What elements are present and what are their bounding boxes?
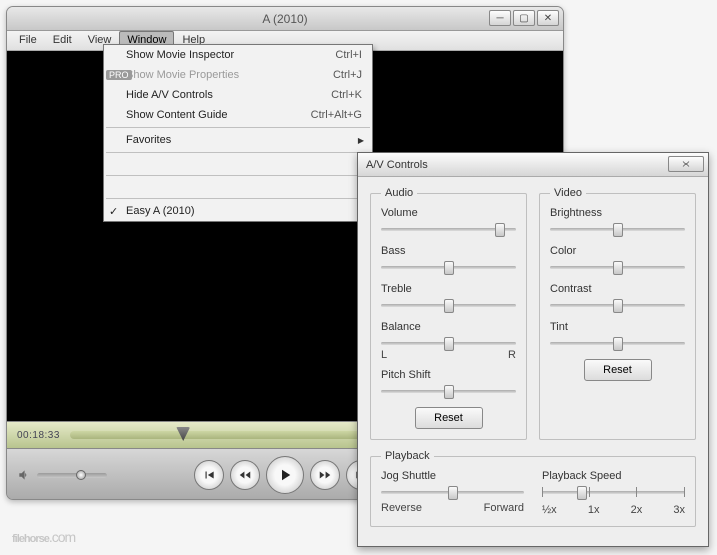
timeline-thumb[interactable] <box>176 427 190 441</box>
slider-knob[interactable] <box>495 223 505 237</box>
speed-label: Playback Speed <box>542 470 685 482</box>
audio-reset-button[interactable]: Reset <box>415 407 483 429</box>
speed-knob[interactable] <box>577 486 587 500</box>
watermark: filehorse.com <box>12 518 75 549</box>
timecode: 00:18:33 <box>17 430 60 441</box>
menu-item-label: Favorites <box>126 134 171 146</box>
rewind-button[interactable] <box>230 460 260 490</box>
menu-blank <box>104 178 372 196</box>
speed-tick: 3x <box>673 504 685 516</box>
slider-label: Bass <box>381 245 516 257</box>
menu-item-label: Easy A (2010) <box>126 205 195 217</box>
slider-knob[interactable] <box>444 337 454 351</box>
menu-item-label: Show Content Guide <box>126 109 228 121</box>
slider-label: Contrast <box>550 283 685 295</box>
menu-hide-av-controls[interactable]: Hide A/V Controls Ctrl+K <box>104 85 372 105</box>
slider-knob[interactable] <box>444 261 454 275</box>
av-title-text: A/V Controls <box>366 159 428 171</box>
video-reset-button[interactable]: Reset <box>584 359 652 381</box>
av-titlebar: A/V Controls <box>358 153 708 177</box>
speed-tick: 2x <box>631 504 643 516</box>
balance-slider[interactable] <box>381 335 516 351</box>
contrast-slider[interactable] <box>550 297 685 313</box>
jog-forward-label: Forward <box>484 502 524 514</box>
maximize-button[interactable]: ▢ <box>513 10 535 26</box>
speed-slider[interactable] <box>542 484 685 500</box>
av-controls-window: A/V Controls Audio Volume Bass Treble Balan… <box>357 152 709 547</box>
transport-controls <box>194 456 376 494</box>
volume-slider[interactable] <box>381 221 516 237</box>
video-group: Video Brightness Color Contrast Tint Reset <box>539 187 696 440</box>
audio-legend: Audio <box>381 187 417 199</box>
menu-item-label: Show Movie Properties <box>126 69 239 81</box>
menu-favorites[interactable]: Favorites <box>104 130 372 150</box>
volume-thumb[interactable] <box>76 470 86 480</box>
slider-knob[interactable] <box>613 261 623 275</box>
menu-item-label: Hide A/V Controls <box>126 89 213 101</box>
watermark-tld: .com <box>49 529 75 545</box>
window-menu-dropdown: Show Movie Inspector Ctrl+I PRO Show Mov… <box>103 44 373 222</box>
color-slider[interactable] <box>550 259 685 275</box>
menu-blank <box>104 155 372 173</box>
fast-forward-button[interactable] <box>310 460 340 490</box>
slider-knob[interactable] <box>444 385 454 399</box>
slider-label: Pitch Shift <box>381 369 516 381</box>
menu-checked-movie[interactable]: Easy A (2010) <box>104 201 372 221</box>
tint-slider[interactable] <box>550 335 685 351</box>
playback-group: Playback Jog Shuttle Reverse Forward Pla… <box>370 450 696 527</box>
jog-knob[interactable] <box>448 486 458 500</box>
av-close-button[interactable] <box>668 156 704 172</box>
brightness-slider[interactable] <box>550 221 685 237</box>
slider-label: Color <box>550 245 685 257</box>
menu-item-shortcut: Ctrl+I <box>335 49 362 61</box>
audio-group: Audio VolumeBassTrebleBalanceLRPitch Shi… <box>370 187 527 440</box>
playback-legend: Playback <box>381 450 434 462</box>
treble-slider[interactable] <box>381 297 516 313</box>
watermark-brand: filehorse <box>12 533 49 545</box>
slider-label: Tint <box>550 321 685 333</box>
slider-knob[interactable] <box>613 299 623 313</box>
slider-label: Brightness <box>550 207 685 219</box>
slider-label: Treble <box>381 283 516 295</box>
video-legend: Video <box>550 187 586 199</box>
volume-slider[interactable] <box>37 473 107 478</box>
menu-edit[interactable]: Edit <box>45 31 80 50</box>
menu-item-shortcut: Ctrl+J <box>333 69 362 81</box>
menu-item-shortcut: Ctrl+K <box>331 89 362 101</box>
menu-item-shortcut: Ctrl+Alt+G <box>311 109 362 121</box>
volume-icon[interactable] <box>17 468 31 482</box>
bass-slider[interactable] <box>381 259 516 275</box>
menu-show-movie-properties: PRO Show Movie Properties Ctrl+J <box>104 65 372 85</box>
play-button[interactable] <box>266 456 304 494</box>
menu-show-content-guide[interactable]: Show Content Guide Ctrl+Alt+G <box>104 105 372 125</box>
titlebar: A (2010) ─ ▢ ✕ <box>7 7 563 31</box>
menu-file[interactable]: File <box>11 31 45 50</box>
slider-knob[interactable] <box>444 299 454 313</box>
pitch-shift-slider[interactable] <box>381 383 516 399</box>
slider-label: Balance <box>381 321 516 333</box>
jog-slider[interactable] <box>381 484 524 500</box>
jog-reverse-label: Reverse <box>381 502 422 514</box>
minimize-button[interactable]: ─ <box>489 10 511 26</box>
slider-label: Volume <box>381 207 516 219</box>
jog-label: Jog Shuttle <box>381 470 524 482</box>
window-title: A (2010) <box>262 12 307 26</box>
slider-knob[interactable] <box>613 337 623 351</box>
slider-knob[interactable] <box>613 223 623 237</box>
skip-back-button[interactable] <box>194 460 224 490</box>
speed-tick: 1x <box>588 504 600 516</box>
speed-tick: ½x <box>542 504 557 516</box>
menu-show-movie-inspector[interactable]: Show Movie Inspector Ctrl+I <box>104 45 372 65</box>
close-button[interactable]: ✕ <box>537 10 559 26</box>
menu-item-label: Show Movie Inspector <box>126 49 234 61</box>
pro-badge: PRO <box>106 70 132 80</box>
